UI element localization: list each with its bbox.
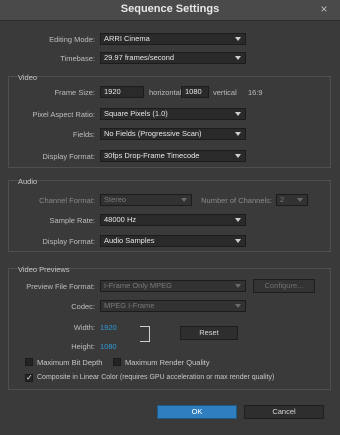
close-icon[interactable]: × xyxy=(317,2,331,16)
number-of-channels-label: Number of Channels: xyxy=(201,196,272,205)
editing-mode-label: Editing Mode: xyxy=(49,35,95,44)
chevron-down-icon xyxy=(235,239,241,243)
channel-format-value: Stereo xyxy=(104,195,127,204)
composite-linear-label: Composite in Linear Color (requires GPU … xyxy=(37,374,275,381)
audio-display-format-label: Display Format: xyxy=(42,237,95,246)
reset-button[interactable]: Reset xyxy=(180,326,238,340)
codec-dropdown[interactable]: MPEG I-Frame xyxy=(100,300,246,312)
chevron-down-icon xyxy=(235,112,241,116)
chevron-down-icon xyxy=(235,132,241,136)
chevron-down-icon xyxy=(235,154,241,158)
window-title: Sequence Settings xyxy=(120,3,220,15)
height-label: Height: xyxy=(71,342,95,351)
number-of-channels-dropdown[interactable]: 2 xyxy=(276,194,308,206)
timebase-dropdown[interactable]: 29.97 frames/second xyxy=(100,52,246,64)
video-previews-section-label: Video Previews xyxy=(18,265,70,274)
video-display-format-dropdown[interactable]: 30fps Drop-Frame Timecode xyxy=(100,150,246,162)
channel-format-dropdown[interactable]: Stereo xyxy=(100,194,192,206)
max-render-quality-label: Maximum Render Quality xyxy=(125,358,210,367)
chevron-down-icon xyxy=(235,218,241,222)
width-label: Width: xyxy=(73,323,95,332)
audio-section-label: Audio xyxy=(18,177,38,186)
sample-rate-dropdown[interactable]: 48000 Hz xyxy=(100,214,246,226)
chevron-down-icon xyxy=(235,304,241,308)
editing-mode-dropdown[interactable]: ARRI Cinema xyxy=(100,33,246,45)
codec-label: Codec: xyxy=(71,302,95,311)
channel-format-label: Channel Format: xyxy=(39,196,95,205)
title-bar: Sequence Settings × xyxy=(0,0,340,21)
sample-rate-label: Sample Rate: xyxy=(49,216,95,225)
audio-display-format-value: Audio Samples xyxy=(104,236,155,245)
timebase-label: Timebase: xyxy=(60,54,95,63)
vertical-label: vertical xyxy=(213,88,237,97)
max-bit-depth-label: Maximum Bit Depth xyxy=(37,358,103,367)
pixel-aspect-ratio-value: Square Pixels (1.0) xyxy=(104,109,168,118)
link-aspect-icon[interactable] xyxy=(140,326,150,342)
chevron-down-icon xyxy=(235,284,241,288)
video-section-label: Video xyxy=(18,73,38,82)
chevron-down-icon xyxy=(235,56,241,60)
cancel-button[interactable]: Cancel xyxy=(244,405,324,419)
fields-dropdown[interactable]: No Fields (Progressive Scan) xyxy=(100,128,246,140)
check-icon: ✓ xyxy=(26,373,33,382)
configure-button[interactable]: Configure... xyxy=(253,279,315,293)
video-display-format-label: Display Format: xyxy=(42,152,95,161)
preview-file-format-value: I-Frame Only MPEG xyxy=(104,281,172,290)
ok-button[interactable]: OK xyxy=(157,405,237,419)
video-display-format-value: 30fps Drop-Frame Timecode xyxy=(104,151,200,160)
fields-value: No Fields (Progressive Scan) xyxy=(104,129,202,138)
chevron-down-icon xyxy=(181,198,187,202)
audio-display-format-dropdown[interactable]: Audio Samples xyxy=(100,235,246,247)
frame-size-label: Frame Size: xyxy=(54,88,95,97)
timebase-value: 29.97 frames/second xyxy=(104,53,175,62)
pixel-aspect-ratio-dropdown[interactable]: Square Pixels (1.0) xyxy=(100,108,246,120)
preview-file-format-dropdown[interactable]: I-Frame Only MPEG xyxy=(100,280,246,292)
chevron-down-icon xyxy=(235,37,241,41)
chevron-down-icon xyxy=(297,198,303,202)
codec-value: MPEG I-Frame xyxy=(104,301,155,310)
height-value[interactable]: 1080 xyxy=(100,342,117,351)
horizontal-label: horizontal xyxy=(149,88,182,97)
pixel-aspect-ratio-label: Pixel Aspect Ratio: xyxy=(32,110,95,119)
max-bit-depth-checkbox[interactable] xyxy=(25,358,33,366)
aspect-ratio-text: 16:9 xyxy=(248,88,263,97)
number-of-channels-value: 2 xyxy=(280,195,285,204)
fields-label: Fields: xyxy=(72,130,95,139)
max-render-quality-checkbox[interactable] xyxy=(113,358,121,366)
width-value[interactable]: 1920 xyxy=(100,323,117,332)
composite-linear-checkbox[interactable]: ✓ xyxy=(25,374,33,382)
preview-file-format-label: Preview File Format: xyxy=(26,282,95,291)
sample-rate-value: 48000 Hz xyxy=(104,215,137,224)
frame-height-input[interactable]: 1080 xyxy=(181,86,209,98)
frame-width-input[interactable]: 1920 xyxy=(100,86,144,98)
editing-mode-value: ARRI Cinema xyxy=(104,34,150,43)
